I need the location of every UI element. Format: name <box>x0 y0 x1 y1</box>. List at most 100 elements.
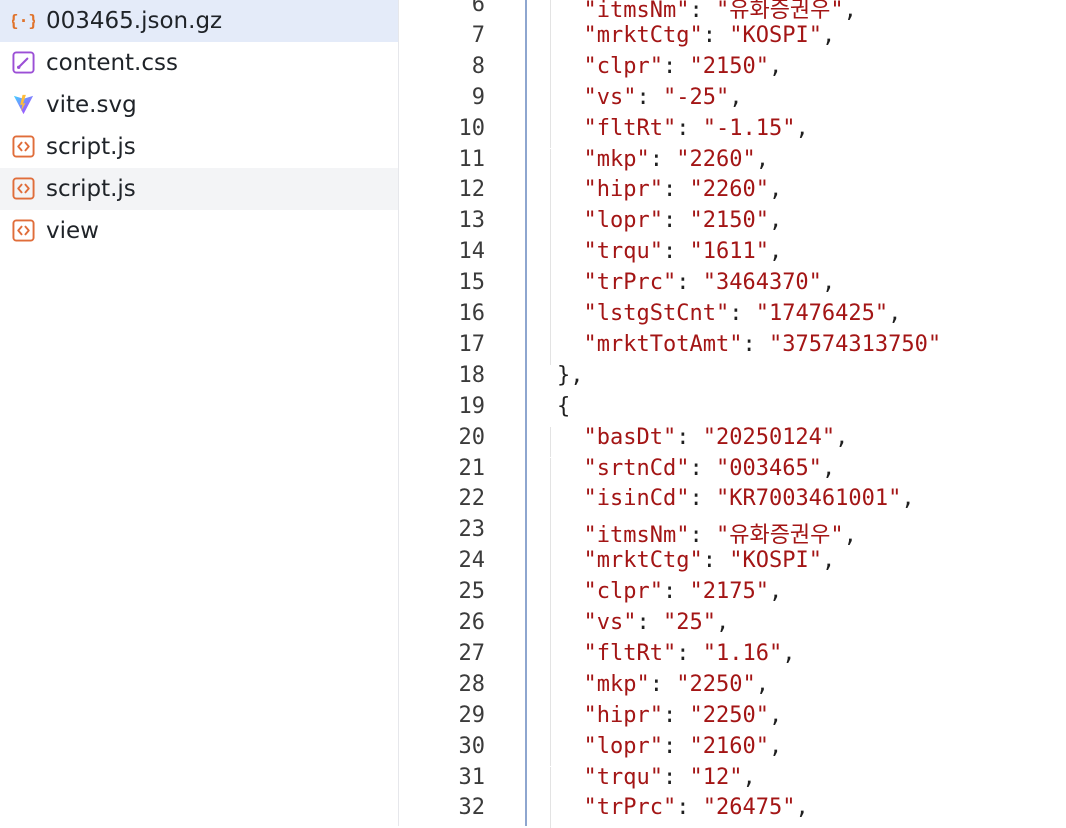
line-number: 10 <box>458 115 486 141</box>
file-explorer: {·} 003465.json.gz content.css vite.svg … <box>0 0 399 826</box>
code-text: "trqu": "12", <box>583 764 756 790</box>
code-line: 26 "vs": "25", <box>399 610 1066 641</box>
indent-guide <box>550 303 551 334</box>
json-key: "srtnCd" <box>583 455 690 481</box>
code-text: "lstgStCnt": "17476425", <box>583 301 902 326</box>
json-value: "26475" <box>702 795 796 821</box>
code-text: "mrktTotAmt": "37574313750" <box>583 331 942 357</box>
code-text: }, <box>557 363 584 388</box>
indent-guide <box>550 581 551 612</box>
code-brackets-icon <box>12 219 35 242</box>
code-line: 32 "trPrc": "26475", <box>399 795 1066 826</box>
code-line: 6 "itmsNm": "유화증권우", <box>399 0 1066 23</box>
file-name: vite.svg <box>46 92 137 118</box>
json-key: "vs" <box>583 610 637 635</box>
file-name: content.css <box>46 50 178 76</box>
file-item[interactable]: script.js <box>0 126 398 168</box>
file-item[interactable]: content.css <box>0 42 398 84</box>
line-number: 14 <box>458 239 486 265</box>
code-text: "trPrc": "3464370", <box>583 270 836 296</box>
file-item[interactable]: {·} 003465.json.gz <box>0 0 398 42</box>
line-number: 18 <box>458 362 486 388</box>
code-line: 23 "itmsNm": "유화증권우", <box>399 517 1066 548</box>
code-text: { <box>557 394 570 419</box>
indent-guide <box>550 426 551 458</box>
code-text: "srtnCd": "003465", <box>583 455 836 481</box>
json-value: "유화증권우" <box>715 523 844 549</box>
indent-guide <box>550 766 551 798</box>
line-number: 15 <box>458 270 486 296</box>
indent-guide <box>550 117 551 149</box>
code-text: "trqu": "1611", <box>583 239 783 265</box>
indent-guide <box>550 210 551 242</box>
json-value: "17476425" <box>755 301 889 326</box>
indent-guide <box>550 488 551 520</box>
json-key: "trqu" <box>583 239 663 265</box>
code-text: "hipr": "2250", <box>583 702 783 728</box>
line-number: 7 <box>471 22 485 48</box>
line-number: 17 <box>458 331 486 357</box>
file-item[interactable]: view <box>0 210 398 252</box>
line-number: 6 <box>471 0 485 17</box>
indent-guide <box>550 797 551 828</box>
code-line: 16 "lstgStCnt": "17476425", <box>399 301 1066 332</box>
code-text: "clpr": "2150", <box>583 53 783 79</box>
indent-guide <box>550 333 551 365</box>
json-value: "-1.15" <box>702 115 796 141</box>
json-value: "KOSPI" <box>729 548 822 574</box>
code-line: 15 "trPrc": "3464370", <box>399 270 1066 301</box>
code-line: 12 "hipr": "2260", <box>399 177 1066 208</box>
code-text: "lopr": "2160", <box>583 733 783 759</box>
json-punctuation: { <box>557 393 571 419</box>
json-key: "mrktCtg" <box>583 22 703 48</box>
file-item[interactable]: script.js <box>0 168 398 210</box>
json-key: "itmsNm" <box>583 0 690 23</box>
indent-guide <box>550 673 551 705</box>
line-number: 11 <box>458 146 486 172</box>
line-number: 28 <box>458 671 486 697</box>
json-key: "vs" <box>583 84 637 110</box>
line-number: 25 <box>458 579 486 605</box>
json-value: "2250" <box>676 671 756 697</box>
line-number: 26 <box>458 610 486 635</box>
code-text: "vs": "25", <box>583 610 730 635</box>
line-number: 23 <box>458 517 486 543</box>
json-value: "2260" <box>689 177 769 203</box>
code-line: 19 { <box>399 394 1066 425</box>
code-editor[interactable]: 6 "itmsNm": "유화증권우", 7 "mrktCtg": "KOSPI", 8… <box>399 0 1066 828</box>
code-text: "itmsNm": "유화증권우", <box>583 523 857 549</box>
code-text: "trPrc": "26475", <box>583 795 809 821</box>
code-text: "mrktCtg": "KOSPI", <box>583 22 836 48</box>
json-key: "clpr" <box>583 53 663 79</box>
json-value: "2175" <box>689 579 769 605</box>
file-item[interactable]: vite.svg <box>0 84 398 126</box>
code-text: "clpr": "2175", <box>583 579 783 605</box>
line-number: 20 <box>458 424 486 450</box>
code-text: "fltRt": "-1.15", <box>583 115 809 141</box>
json-key: "basDt" <box>583 424 677 450</box>
line-number: 30 <box>458 733 486 759</box>
code-text: "isinCd": "KR7003461001", <box>583 486 915 512</box>
line-number: 12 <box>458 177 486 203</box>
json-value: "2150" <box>689 53 769 79</box>
code-line: 24 "mrktCtg": "KOSPI", <box>399 548 1066 579</box>
json-key: "mkp" <box>583 146 650 172</box>
line-number: 16 <box>458 301 486 326</box>
svg-text:{·}: {·} <box>12 11 35 30</box>
code-line: 21 "srtnCd": "003465", <box>399 456 1066 487</box>
line-number: 21 <box>458 455 486 481</box>
code-text: "mrktCtg": "KOSPI", <box>583 548 836 574</box>
json-value: "1611" <box>689 239 769 265</box>
code-brackets-icon <box>12 135 35 158</box>
line-number: 19 <box>458 393 486 419</box>
code-text: "mkp": "2260", <box>583 146 769 172</box>
indent-guide <box>550 550 551 582</box>
code-line: 18}, <box>399 363 1066 394</box>
code-line: 7 "mrktCtg": "KOSPI", <box>399 23 1066 54</box>
json-value: "3464370" <box>702 270 822 296</box>
json-key: "trPrc" <box>583 795 677 821</box>
json-key: "mkp" <box>583 671 650 697</box>
code-line: 31 "trqu": "12", <box>399 765 1066 796</box>
code-line: 27 "fltRt": "1.16", <box>399 641 1066 672</box>
json-key: "itmsNm" <box>583 523 690 549</box>
